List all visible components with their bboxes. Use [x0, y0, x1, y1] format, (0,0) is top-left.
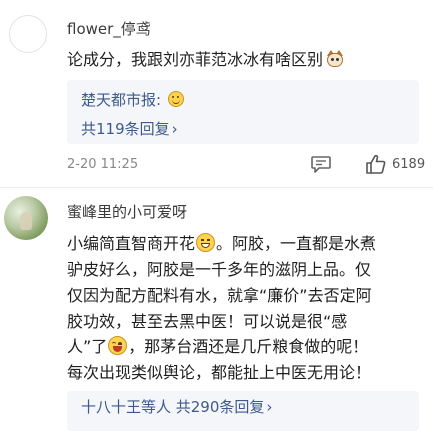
grinning-face-icon [196, 233, 216, 252]
comment-text-line: 驴皮好么，阿胶是一千多年的滋阴上品。仅 [67, 260, 372, 279]
reply-author-name[interactable]: 楚天都市报: [81, 91, 161, 109]
comment-timestamp: 2-20 11:25 [67, 157, 139, 172]
comment-text-segment: 。阿胶，一直都是水煮 [216, 234, 377, 253]
comment-text-segment: ，那茅台酒还是几斤粮食做的呢！ [128, 337, 369, 356]
comment-text-segment: 人”了 [67, 337, 108, 356]
avatar[interactable] [9, 15, 47, 53]
smiling-face-icon [167, 91, 184, 107]
comment-text: 论成分，我跟刘亦菲范冰冰有啥区别 [67, 46, 345, 70]
view-replies-link[interactable]: 共119条回复 › [81, 118, 178, 139]
comment-bubble-icon[interactable] [310, 154, 332, 174]
comment-username[interactable]: 蜜峰里的小可爱呀 [67, 201, 187, 222]
reply-preview[interactable]: 楚天都市报: 共119条回复 › [67, 80, 419, 144]
comment-text-line: 小编简直智商开花 。阿胶，一直都是水煮 [67, 230, 376, 254]
comment-text-line: 人”了 ，那茅台酒还是几斤粮食做的呢！ [67, 333, 368, 357]
comment-text-line: 每次出现类似舆论，都能扯上中医无用论！ [67, 363, 372, 382]
comment-text-segment: 小编简直智商开花 [67, 234, 196, 253]
reply-preview[interactable]: 十八十王等人 共290条回复 › [67, 391, 419, 431]
comment-text-line: 仅因为配方配料有水，就拿“廉价”去否定阿 [67, 286, 372, 305]
like-count: 6189 [392, 157, 426, 172]
comment-text-content: 论成分，我跟刘亦菲范冰冰有啥区别 [67, 50, 324, 69]
cat-face-icon [325, 50, 345, 68]
comment-username[interactable]: flower_停鸢 [67, 18, 151, 39]
chevron-right-icon: › [171, 120, 178, 138]
reply-count-label[interactable]: 十八十王等人 共290条回复 [81, 398, 264, 416]
reply-count-label[interactable]: 共119条回复 [81, 120, 170, 138]
laughing-face-icon [108, 336, 128, 355]
reply-author[interactable]: 楚天都市报: [81, 89, 184, 110]
avatar[interactable] [4, 196, 48, 240]
thumbs-up-icon[interactable] [365, 153, 387, 175]
comment-text-line: 胶功效，甚至去黑中医！可以说是很“感 [67, 312, 348, 331]
chevron-right-icon: › [266, 398, 273, 416]
divider [0, 187, 433, 188]
